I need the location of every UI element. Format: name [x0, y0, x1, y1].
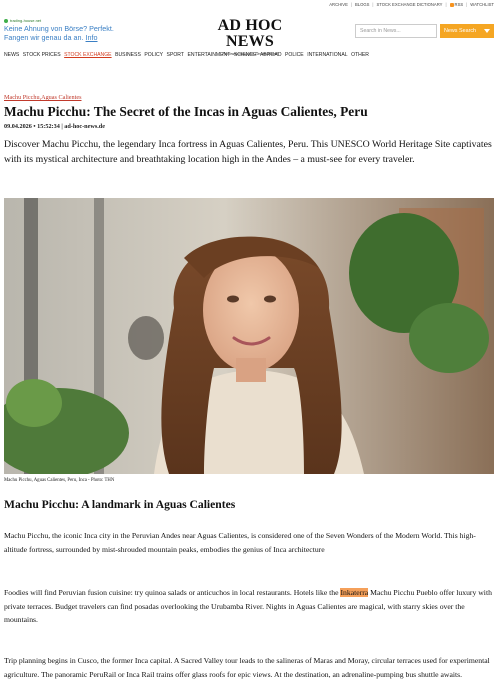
dictionary-link[interactable]: STOCK EXCHANGE DICTIONARY	[377, 2, 443, 7]
nav-item-sport[interactable]: SPORT	[167, 52, 184, 58]
ad-line-2: Fangen wir genau da an. Info	[4, 32, 114, 43]
nav-item-policy[interactable]: POLICY	[144, 52, 163, 58]
utility-bar: ARCHIVE | BLOGS | STOCK EXCHANGE DICTION…	[329, 0, 494, 9]
ad-logo-icon	[4, 18, 8, 23]
article-subheading: Machu Picchu: A landmark in Aguas Calien…	[4, 498, 236, 511]
ad-line-2-text: Fangen wir genau da an.	[4, 32, 84, 42]
nav-item-stock-exchange[interactable]: STOCK EXCHANGE	[64, 52, 111, 58]
watchlist-link[interactable]: WATCHLIST	[470, 2, 494, 7]
search-input[interactable]: Search in News...	[355, 24, 437, 38]
divider: |	[350, 2, 352, 7]
ad-banner[interactable]: Keine Ahnung von Börse? Perfekt. Fangen …	[4, 24, 114, 43]
nav-item-business[interactable]: BUSINESS	[115, 52, 141, 58]
nav-item-science[interactable]: SCIENCE	[234, 52, 257, 58]
ad-source[interactable]: trading-house.net	[4, 18, 41, 23]
archive-link[interactable]: ARCHIVE	[329, 2, 348, 7]
news-search-button[interactable]: News Search	[440, 24, 494, 38]
breadcrumb[interactable]: Machu Picchu,Aguas Calientes	[4, 94, 82, 101]
chevron-down-icon	[484, 29, 490, 33]
nav-item-entertainment[interactable]: ENTERTAINMENT	[188, 52, 231, 58]
nav-item-police[interactable]: POLICE	[285, 52, 304, 58]
main-nav: NEWS STOCK PRICES STOCK EXCHANGE BUSINES…	[4, 52, 369, 58]
nav-item-other[interactable]: OTHER	[351, 52, 369, 58]
article-paragraph: Foodies will find Peruvian fusion cuisin…	[4, 586, 496, 627]
rss-icon	[449, 2, 454, 7]
image-caption: Machu Picchu, Aguas Calientes, Peru, Inc…	[4, 478, 115, 483]
ad-source-label: trading-house.net	[10, 18, 42, 23]
article-dateline: 09.04.2026 • 15:52:34 | ad-hoc-news.de	[4, 123, 105, 130]
blogs-link[interactable]: BLOGS	[355, 2, 369, 7]
paragraph-text: Foodies will find Peruvian fusion cuisin…	[4, 588, 341, 597]
divider: |	[466, 2, 468, 7]
article-title: Machu Picchu: The Secret of the Incas in…	[4, 104, 368, 119]
article-lead: Discover Machu Picchu, the legendary Inc…	[4, 139, 492, 165]
article-paragraph: Machu Picchu, the iconic Inca city in th…	[4, 531, 476, 554]
article-hero-image	[4, 198, 494, 474]
nav-item-news[interactable]: NEWS	[4, 52, 19, 58]
nav-item-international[interactable]: INTERNATIONAL	[307, 52, 347, 58]
news-search-label: News Search	[444, 28, 477, 34]
nav-item-stock-prices[interactable]: STOCK PRICES	[23, 52, 61, 58]
site-logo[interactable]: AD HOC NEWS Finanzzeitung für Deutschlan…	[205, 17, 295, 57]
nav-item-abroad[interactable]: ABROAD	[260, 52, 282, 58]
article-paragraph: Trip planning begins in Cusco, the forme…	[4, 656, 490, 679]
rss-link[interactable]: RSS	[449, 2, 464, 7]
portrait-photo	[4, 198, 494, 474]
divider: |	[445, 2, 447, 7]
rss-label: RSS	[454, 2, 464, 7]
site-header: trading-house.net Keine Ahnung von Börse…	[0, 14, 500, 56]
logo-title: AD HOC NEWS	[217, 17, 283, 50]
ad-info-link[interactable]: Info	[86, 33, 98, 42]
divider: |	[372, 2, 374, 7]
highlighted-link[interactable]: Inkaterra	[340, 588, 369, 597]
